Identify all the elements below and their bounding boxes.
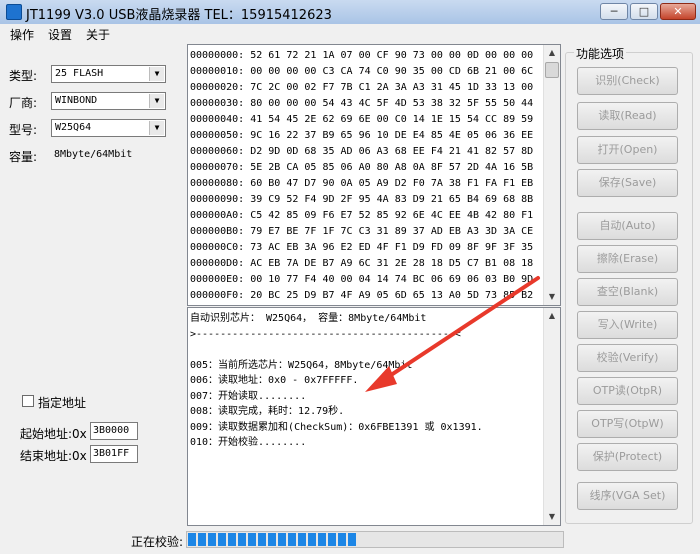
scroll-down-icon[interactable]: ▼	[544, 289, 560, 305]
erase-button[interactable]: 擦除(Erase)	[577, 245, 678, 273]
type-select-value: 25 FLASH	[55, 68, 104, 79]
hex-row: 00000060: D2 9D 0D 68 35 AD 06 A3 68 EE …	[190, 146, 534, 157]
hex-row: 00000070: 5E 2B CA 05 85 06 A0 80 A8 0A …	[190, 162, 534, 173]
scroll-up-icon[interactable]: ▲	[544, 45, 560, 61]
auto-button[interactable]: 自动(Auto)	[577, 212, 678, 240]
scroll-down-icon[interactable]: ▼	[544, 509, 560, 525]
vga-set-button[interactable]: 线序(VGA Set)	[577, 482, 678, 510]
hex-row: 00000000: 52 61 72 21 1A 07 00 CF 90 73 …	[190, 50, 534, 61]
capacity-value: 8Mbyte/64Mbit	[54, 149, 133, 160]
vendor-label: 厂商:	[9, 96, 38, 110]
model-select-value: W25Q64	[55, 122, 92, 133]
menu-about[interactable]: 关于	[86, 26, 110, 43]
end-address-label: 结束地址:0x	[20, 449, 87, 463]
hex-row: 000000D0: AC EB 7A DE B7 A9 6C 31 2E 28 …	[190, 258, 534, 269]
model-select[interactable]: W25Q64 ▼	[51, 119, 166, 137]
hex-row: 000000C0: 73 AC EB 3A 96 E2 ED 4F F1 D9 …	[190, 242, 534, 253]
maximize-button[interactable]: □	[630, 3, 658, 20]
log-line: 009：读取数据累加和(CheckSum)：0x6FBE1391 或 0x139…	[190, 421, 483, 433]
menu-operate[interactable]: 操作	[10, 26, 34, 43]
log-scrollbar[interactable]: ▲ ▼	[543, 308, 560, 525]
end-address-input[interactable]: 3B01FF	[90, 445, 138, 463]
minimize-button[interactable]: ─	[600, 3, 628, 20]
status-label: 正在校验:	[131, 535, 184, 549]
verify-button[interactable]: 校验(Verify)	[577, 344, 678, 372]
function-group-title: 功能选项	[574, 45, 627, 62]
hex-row: 00000090: 39 C9 52 F4 9D 2F 95 4A 83 D9 …	[190, 194, 534, 205]
vendor-select-value: WINBOND	[55, 95, 98, 106]
save-button[interactable]: 保存(Save)	[577, 169, 678, 197]
hex-row: 000000E0: 00 10 77 F4 40 00 04 14 74 BC …	[190, 274, 534, 285]
hex-row: 00000030: 80 00 00 00 54 43 4C 5F 4D 53 …	[190, 98, 534, 109]
hex-row: 00000040: 41 54 45 2E 62 69 6E 00 C0 14 …	[190, 114, 534, 125]
write-button[interactable]: 写入(Write)	[577, 311, 678, 339]
chevron-down-icon[interactable]: ▼	[149, 67, 164, 81]
chevron-down-icon[interactable]: ▼	[149, 94, 164, 108]
otp-write-button[interactable]: OTP写(OtpW)	[577, 410, 678, 438]
hex-row: 000000A0: C5 42 85 09 F6 E7 52 85 92 6E …	[190, 210, 534, 221]
scroll-up-icon[interactable]: ▲	[544, 308, 560, 324]
main-window: JT1199 V3.0 USB液晶烧录器 TEL：15915412623 ─ □…	[0, 0, 700, 554]
check-button[interactable]: 识别(Check)	[577, 67, 678, 95]
hex-row: 00000010: 00 00 00 00 C3 CA 74 C0 90 35 …	[190, 66, 534, 77]
scroll-thumb[interactable]	[545, 62, 559, 78]
hex-scrollbar[interactable]: ▲ ▼	[543, 45, 560, 305]
progress-fill	[188, 533, 358, 546]
type-label: 类型:	[9, 69, 38, 83]
read-button[interactable]: 读取(Read)	[577, 102, 678, 130]
start-address-input[interactable]: 3B0000	[90, 422, 138, 440]
log-line: 006：读取地址：0x0 - 0x7FFFFF.	[190, 375, 359, 386]
hex-row: 000000B0: 79 E7 BE 7F 1F 7C C3 31 89 37 …	[190, 226, 534, 237]
log-line: 005：当前所选芯片：W25Q64，8Mbyte/64Mbit	[190, 359, 413, 371]
menu-bar: 操作 设置 关于	[0, 24, 700, 44]
hex-row: 00000080: 60 B0 47 D7 90 0A 05 A9 D2 F0 …	[190, 178, 534, 189]
chevron-down-icon[interactable]: ▼	[149, 121, 164, 135]
hex-view[interactable]: 00000000: 52 61 72 21 1A 07 00 CF 90 73 …	[187, 44, 561, 306]
log-view[interactable]: 自动识别芯片： W25Q64， 容量：8Mbyte/64Mbit >-------…	[187, 307, 561, 526]
close-button[interactable]: ✕	[660, 3, 696, 20]
specify-address-checkbox[interactable]	[22, 395, 34, 407]
window-title: JT1199 V3.0 USB液晶烧录器 TEL：15915412623	[26, 8, 332, 23]
hex-row: 000000F0: 20 BC 25 D9 B7 4F A9 05 6D 65 …	[190, 290, 534, 301]
title-bar: JT1199 V3.0 USB液晶烧录器 TEL：15915412623 ─ □…	[0, 0, 700, 25]
hex-row: 00000050: 9C 16 22 37 B9 65 96 10 DE E4 …	[190, 130, 534, 141]
menu-settings[interactable]: 设置	[48, 26, 72, 43]
log-line: >---------------------------------------…	[190, 328, 461, 340]
log-line: 自动识别芯片： W25Q64， 容量：8Mbyte/64Mbit	[190, 313, 427, 324]
specify-address-label: 指定地址	[38, 396, 87, 410]
verify-progress-bar	[186, 531, 564, 548]
open-button[interactable]: 打开(Open)	[577, 136, 678, 164]
start-address-label: 起始地址:0x	[20, 427, 87, 441]
capacity-label: 容量:	[9, 150, 38, 164]
blank-button[interactable]: 查空(Blank)	[577, 278, 678, 306]
vendor-select[interactable]: WINBOND ▼	[51, 92, 166, 110]
log-line: 008：读取完成，耗时：12.79秒.	[190, 406, 345, 417]
hex-row: 00000020: 7C 2C 00 02 F7 7B C1 2A 3A A3 …	[190, 82, 534, 93]
log-line: 010：开始校验........	[190, 437, 307, 448]
otp-read-button[interactable]: OTP读(OtpR)	[577, 377, 678, 405]
log-line: 007：开始读取........	[190, 390, 307, 402]
type-select[interactable]: 25 FLASH ▼	[51, 65, 166, 83]
model-label: 型号:	[9, 123, 38, 137]
protect-button[interactable]: 保护(Protect)	[577, 443, 678, 471]
app-icon	[6, 4, 22, 20]
